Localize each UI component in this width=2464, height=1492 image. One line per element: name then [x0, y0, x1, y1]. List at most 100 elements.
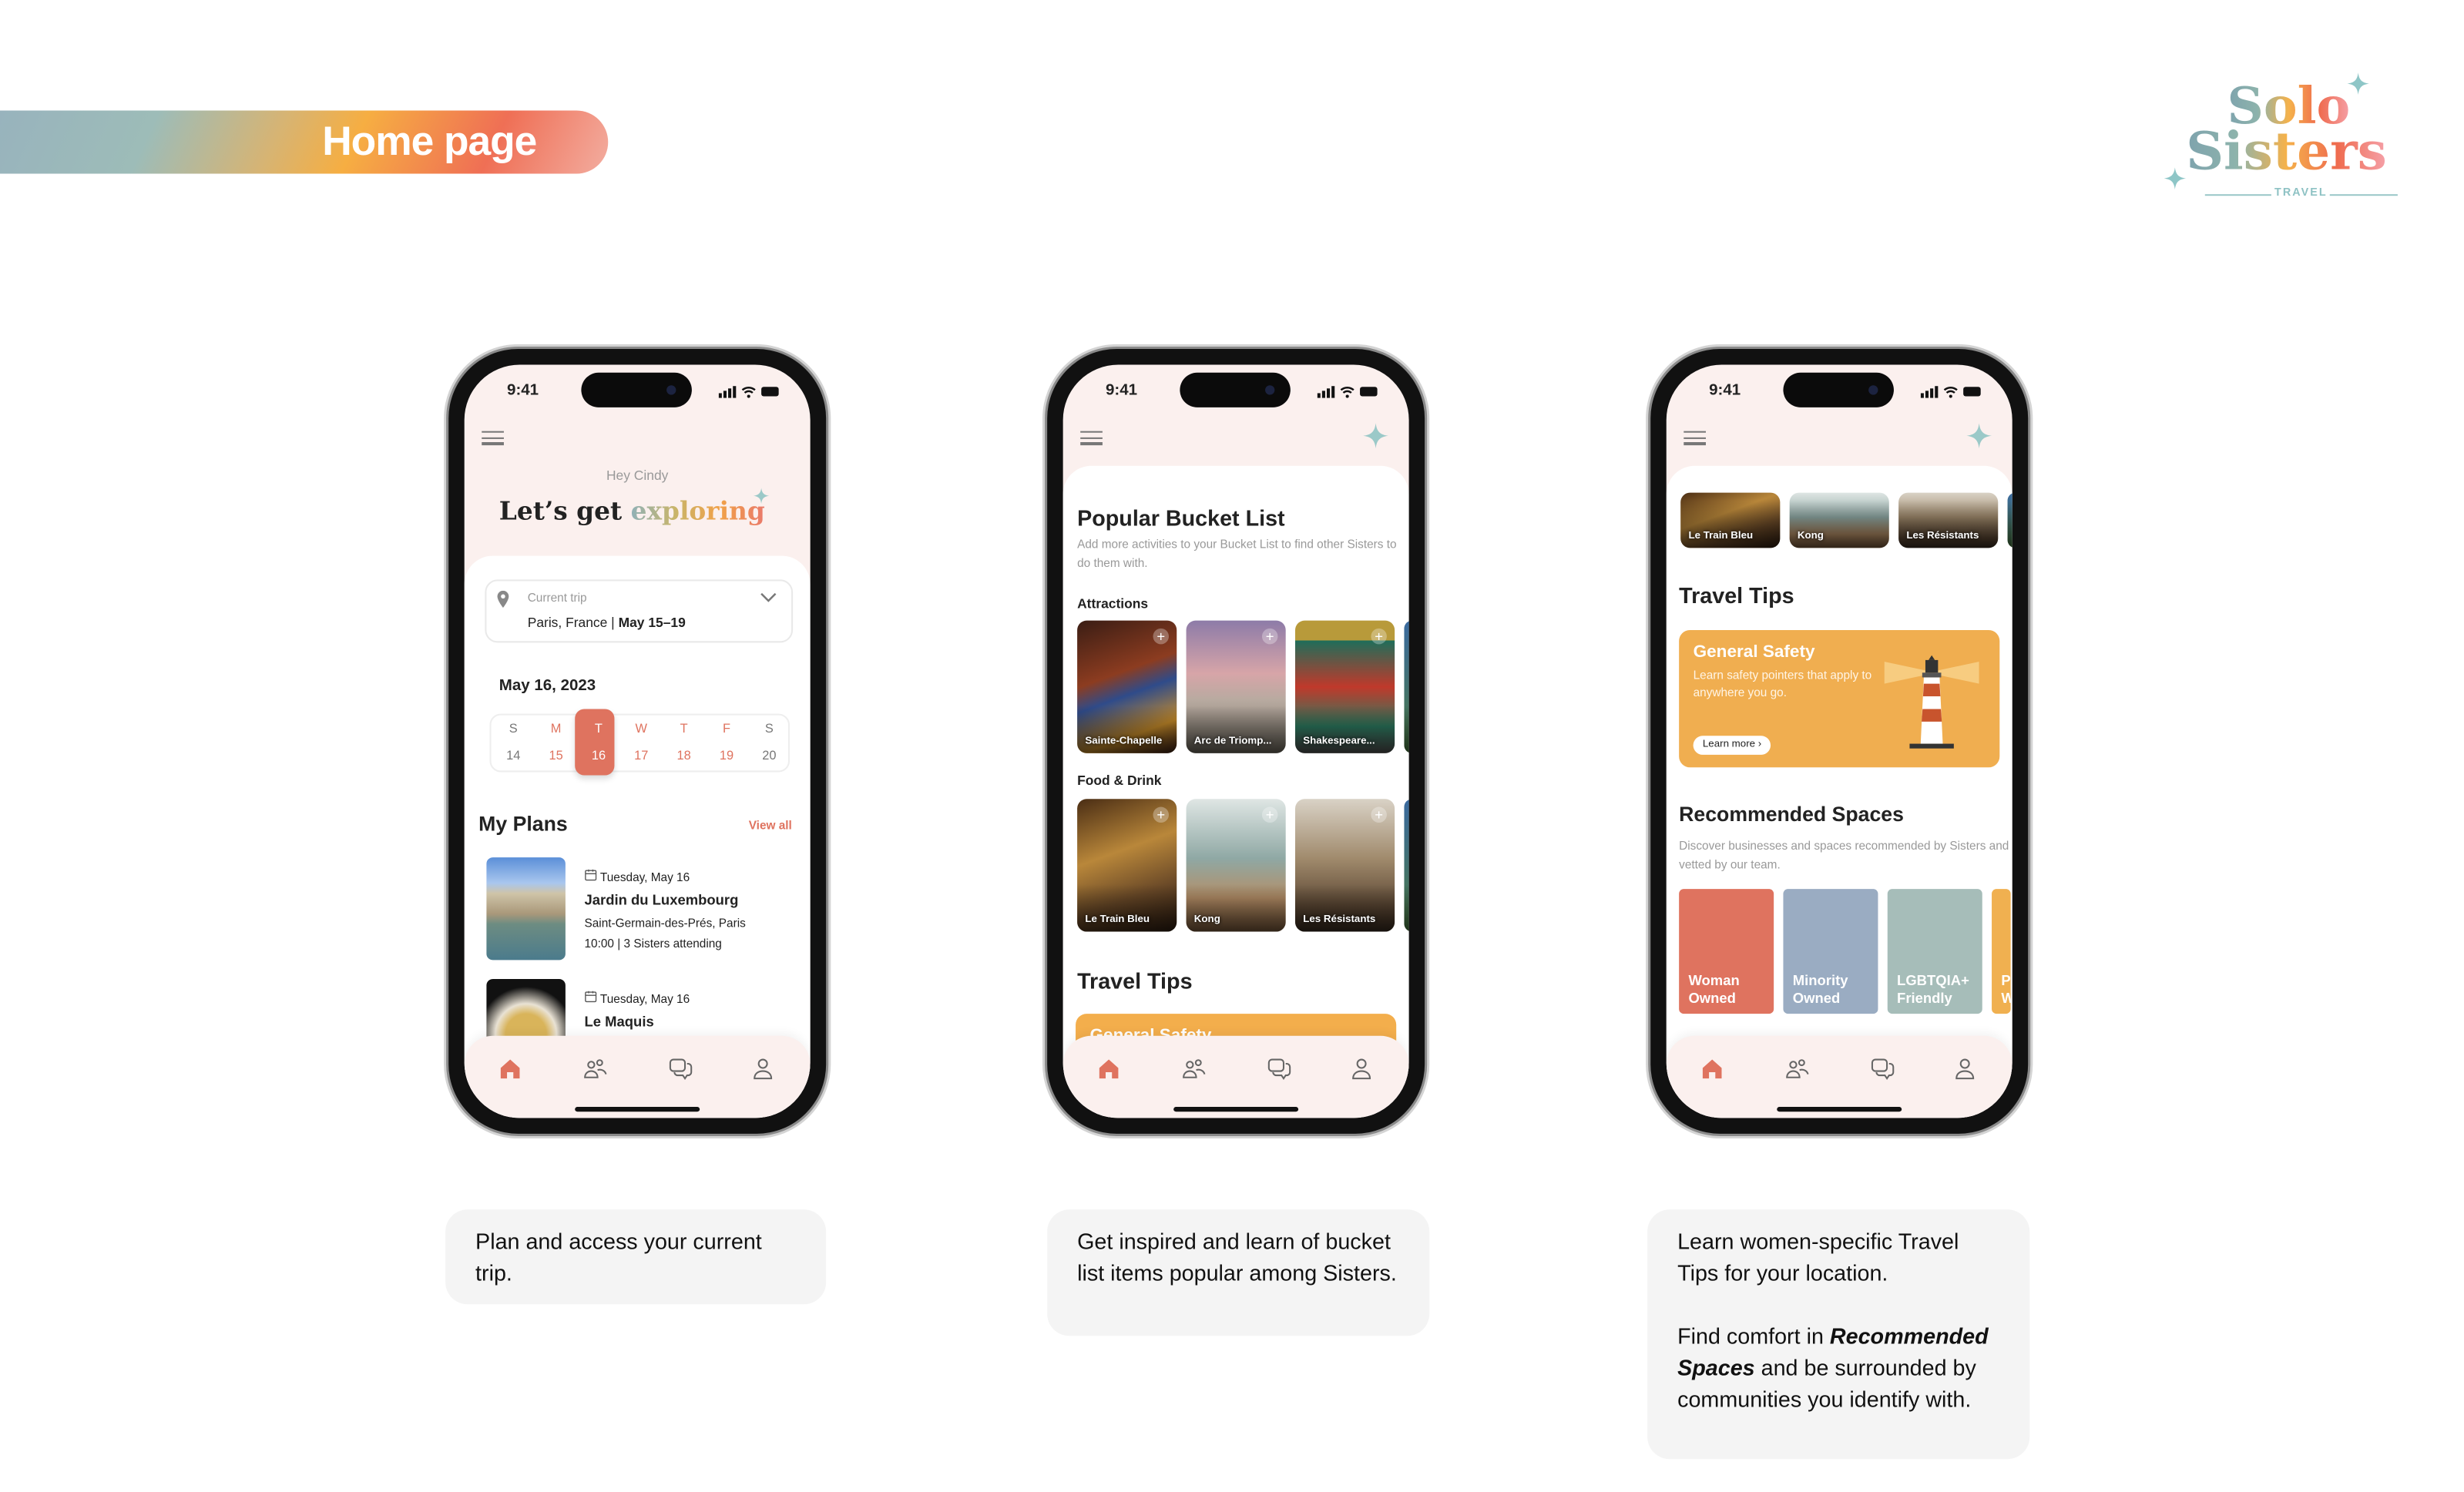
- community-icon[interactable]: [1181, 1056, 1207, 1081]
- profile-icon[interactable]: [1349, 1056, 1375, 1081]
- view-all-link[interactable]: View all: [749, 818, 792, 832]
- card-label: Le Train Bleu: [1085, 914, 1150, 926]
- space-category-tile[interactable]: PlW: [1992, 889, 2011, 1014]
- bucket-list-card[interactable]: Kong: [1789, 492, 1889, 548]
- add-icon[interactable]: +: [1371, 806, 1387, 823]
- menu-icon[interactable]: [1684, 431, 1706, 449]
- add-icon[interactable]: +: [1371, 628, 1387, 645]
- headline: Let’s get exploring: [499, 496, 765, 526]
- bucket-list-card[interactable]: Le Train Bleu: [1680, 492, 1781, 548]
- bucket-list-card[interactable]: + Shakespeare...: [1295, 620, 1395, 753]
- logo-tagline: TRAVEL: [2274, 187, 2328, 199]
- community-icon[interactable]: [1785, 1056, 1811, 1081]
- dynamic-island: [581, 372, 692, 407]
- weekday-label[interactable]: T: [578, 722, 619, 736]
- caption-home: Plan and access your current trip.: [445, 1209, 827, 1305]
- dynamic-island: [1180, 372, 1291, 407]
- weekday-label[interactable]: S: [749, 722, 790, 736]
- card-label: Kong: [1797, 530, 1824, 542]
- bottom-nav: [1062, 1035, 1409, 1118]
- weekday-label[interactable]: S: [493, 722, 534, 736]
- caption-tips-paragraph-2: Find comfort in Recommended Spaces and b…: [1677, 1320, 1999, 1415]
- solo-sisters-logo: Solo Sisters TRAVEL: [2160, 72, 2405, 208]
- chat-icon[interactable]: [1267, 1056, 1292, 1081]
- caption-travel-tips: Learn women-specific Travel Tips for you…: [1647, 1209, 2030, 1460]
- menu-icon[interactable]: [482, 431, 504, 449]
- weekday-label[interactable]: F: [706, 722, 747, 736]
- bucket-list-card[interactable]: Les Résistants: [1898, 492, 1999, 548]
- tile-label: Minority: [1792, 972, 1848, 989]
- plan-item[interactable]: Tuesday, May 16 Le Maquis: [585, 988, 690, 1034]
- bucket-list-card[interactable]: + Le Train Bleu: [1077, 799, 1177, 932]
- bucket-list-card[interactable]: + Kong: [1186, 799, 1286, 932]
- bucket-list-card[interactable]: + Sainte-Chapelle: [1077, 620, 1177, 753]
- plan-item[interactable]: Tuesday, May 16 Jardin du Luxembourg Sai…: [585, 867, 746, 954]
- weekday-label[interactable]: T: [663, 722, 704, 736]
- card-label: Sainte-Chapelle: [1085, 736, 1163, 747]
- sparkle-icon: [2347, 72, 2369, 95]
- weekday-date[interactable]: 16: [578, 749, 619, 763]
- space-category-tile[interactable]: Woman Owned: [1679, 889, 1774, 1014]
- plan-date: Tuesday, May 16: [599, 991, 690, 1006]
- general-safety-card[interactable]: General Safety Learn safety pointers tha…: [1679, 629, 2000, 768]
- card-label: Arc de Triomp...: [1193, 736, 1272, 747]
- plan-area: Saint-Germain-des-Prés, Paris: [584, 916, 746, 930]
- status-time: 9:41: [507, 382, 539, 400]
- home-indicator: [1777, 1107, 1902, 1112]
- travel-tips-title: Travel Tips: [1077, 967, 1193, 994]
- weekday-date[interactable]: 17: [621, 749, 662, 763]
- add-icon[interactable]: +: [1261, 806, 1278, 823]
- plan-image-jardin[interactable]: [486, 857, 566, 961]
- tile-label: Owned: [1792, 989, 1841, 1005]
- bucket-list-card-peek[interactable]: [2007, 492, 2012, 548]
- bucket-list-card-peek[interactable]: [1404, 620, 1409, 753]
- location-pin-icon: [497, 590, 509, 609]
- learn-more-button[interactable]: Learn more ›: [1693, 736, 1771, 755]
- card-label: Shakespeare...: [1303, 736, 1375, 747]
- profile-icon[interactable]: [750, 1056, 776, 1081]
- bucket-list-card[interactable]: + Les Résistants: [1295, 799, 1395, 932]
- food-drink-label: Food & Drink: [1077, 772, 1162, 788]
- home-icon[interactable]: [498, 1056, 523, 1081]
- add-icon[interactable]: +: [1261, 628, 1278, 645]
- bucket-list-card-peek[interactable]: [1404, 799, 1409, 932]
- chat-icon[interactable]: [668, 1056, 693, 1081]
- chat-icon[interactable]: [1870, 1056, 1895, 1081]
- status-icons: [1921, 384, 1984, 399]
- bucket-list-card[interactable]: + Arc de Triomp...: [1186, 620, 1286, 753]
- trip-dates: May 15–19: [618, 614, 686, 630]
- weekday-label[interactable]: W: [621, 722, 662, 736]
- content-card: [1666, 465, 2012, 1118]
- phone-travel-tips-screen: 9:41 Le Train Bleu Kong Les Résistants Tra…: [1650, 349, 2029, 1134]
- weekday-date[interactable]: 18: [663, 749, 704, 763]
- weekday-label[interactable]: M: [535, 722, 576, 736]
- space-category-tile[interactable]: LGBTQIA+ Friendly: [1887, 889, 1982, 1014]
- home-icon[interactable]: [1096, 1056, 1122, 1081]
- sparkle-icon: [2164, 167, 2187, 189]
- plan-meta: 10:00 | 3 Sisters attending: [584, 936, 722, 951]
- selected-day-highlight: [575, 709, 615, 776]
- card-label: Les Résistants: [1303, 914, 1376, 926]
- lighthouse-illustration: [1884, 655, 1979, 749]
- tile-label: Friendly: [1897, 989, 1952, 1005]
- current-trip-dropdown[interactable]: Current trip Paris, France | May 15–19: [485, 579, 794, 643]
- tile-label: W: [2001, 989, 2010, 1006]
- caption-bucket-list: Get inspired and learn of bucket list it…: [1047, 1209, 1430, 1336]
- weekday-date[interactable]: 15: [535, 749, 576, 763]
- card-label: Les Résistants: [1906, 530, 1979, 542]
- trip-label: Current trip: [527, 590, 587, 605]
- add-icon[interactable]: +: [1153, 628, 1169, 645]
- weekday-date[interactable]: 20: [749, 749, 790, 763]
- profile-icon[interactable]: [1952, 1056, 1978, 1081]
- weekday-date[interactable]: 14: [493, 749, 534, 763]
- space-category-tile[interactable]: Minority Owned: [1783, 889, 1878, 1014]
- menu-icon[interactable]: [1080, 431, 1103, 449]
- community-icon[interactable]: [582, 1056, 608, 1081]
- bucket-list-subtitle: Add more activities to your Bucket List …: [1077, 537, 1397, 571]
- trip-location: Paris, France |: [527, 614, 615, 630]
- add-icon[interactable]: +: [1153, 806, 1169, 823]
- headline-colored: exploring: [630, 495, 765, 526]
- home-icon[interactable]: [1700, 1056, 1725, 1081]
- my-plans-title: My Plans: [478, 811, 568, 836]
- weekday-date[interactable]: 19: [706, 749, 747, 763]
